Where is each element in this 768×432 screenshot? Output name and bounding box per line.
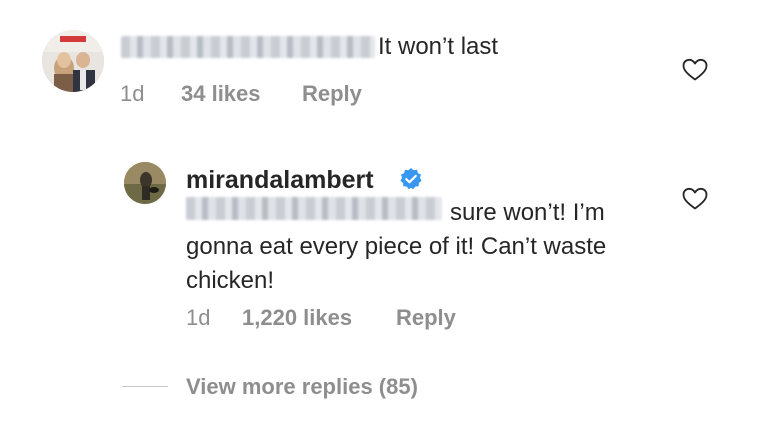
reply-avatar-photo <box>124 162 166 204</box>
view-more-replies-button[interactable]: View more replies (85) <box>186 374 418 400</box>
comment-text: It won’t last <box>378 33 499 60</box>
reply-button[interactable]: Reply <box>302 81 362 107</box>
avatar[interactable] <box>42 30 104 92</box>
reply-timestamp: 1d <box>186 305 211 330</box>
reply-text: sure won’t! I’m gonna eat every piece of… <box>186 199 607 294</box>
reply-username[interactable]: mirandalambert <box>186 165 374 195</box>
comment-likes[interactable]: 34 likes <box>181 81 261 107</box>
reply-reply-button[interactable]: Reply <box>396 305 456 331</box>
avatar-photo <box>42 30 104 92</box>
view-more-divider <box>122 386 168 387</box>
reply-avatar[interactable] <box>124 162 166 204</box>
heart-icon[interactable] <box>682 187 708 211</box>
heart-icon[interactable] <box>682 58 708 82</box>
verified-badge-icon <box>399 167 423 191</box>
reply-likes[interactable]: 1,220 likes <box>242 305 352 331</box>
comment-timestamp: 1d <box>120 81 145 106</box>
blurred-username[interactable] <box>121 36 375 58</box>
